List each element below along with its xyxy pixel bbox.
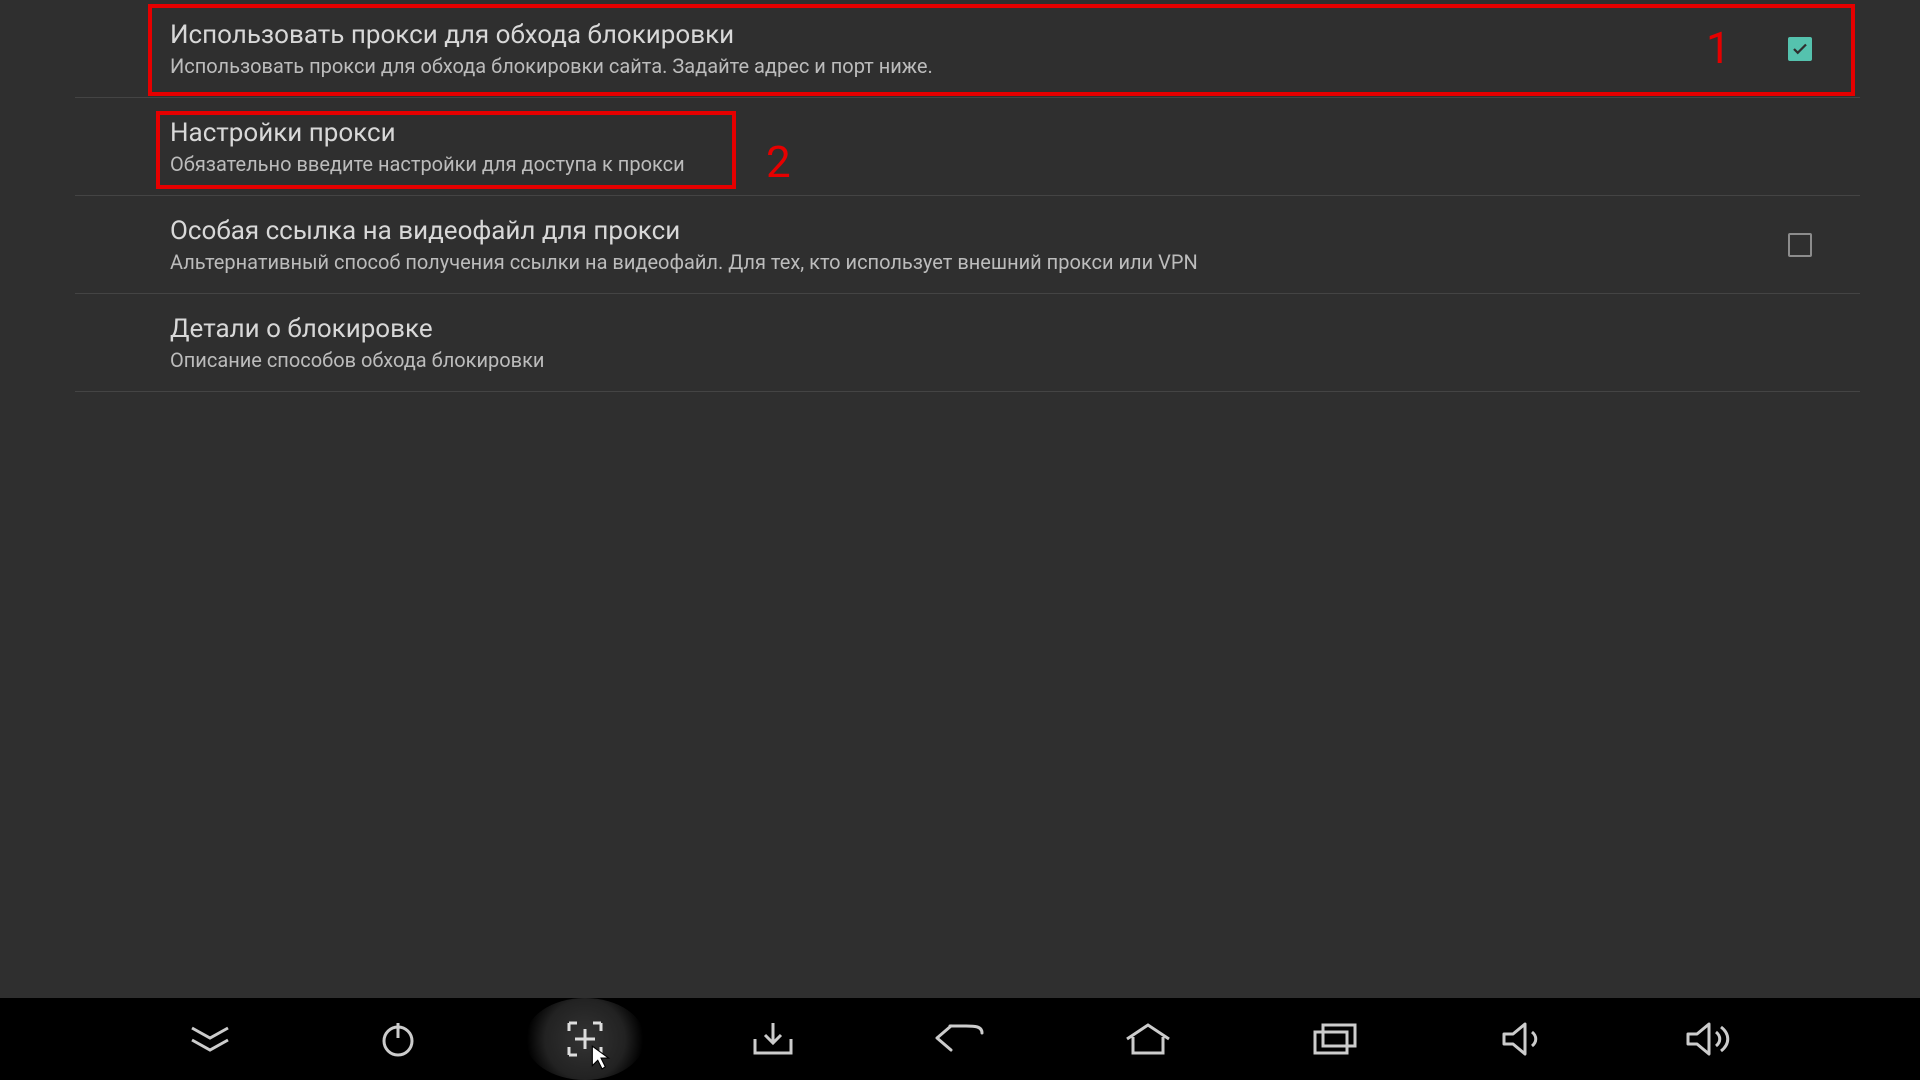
- nav-download-button[interactable]: [713, 998, 833, 1080]
- setting-title: Использовать прокси для обхода блокировк…: [170, 18, 1720, 51]
- nav-back-button[interactable]: [900, 998, 1020, 1080]
- nav-recents-button[interactable]: [1275, 998, 1395, 1080]
- setting-title: Особая ссылка на видеофайл для прокси: [170, 214, 1720, 247]
- setting-texts: Настройки прокси Обязательно введите нас…: [170, 116, 1720, 177]
- nav-collapse-button[interactable]: [150, 998, 270, 1080]
- setting-texts: Особая ссылка на видеофайл для прокси Ал…: [170, 214, 1720, 275]
- setting-row-proxy-settings[interactable]: Настройки прокси Обязательно введите нас…: [75, 98, 1860, 196]
- back-icon: [934, 1023, 986, 1055]
- setting-title: Детали о блокировке: [170, 312, 1720, 345]
- settings-list: Использовать прокси для обхода блокировк…: [75, 0, 1860, 392]
- setting-subtitle: Описание способов обхода блокировки: [170, 347, 1720, 373]
- nav-home-button[interactable]: [1088, 998, 1208, 1080]
- setting-subtitle: Использовать прокси для обхода блокировк…: [170, 53, 1720, 79]
- setting-title: Настройки прокси: [170, 116, 1720, 149]
- volume-down-icon: [1501, 1022, 1545, 1056]
- nav-volume-up-button[interactable]: [1650, 998, 1770, 1080]
- nav-volume-down-button[interactable]: [1463, 998, 1583, 1080]
- setting-subtitle: Обязательно введите настройки для доступ…: [170, 151, 1720, 177]
- setting-texts: Использовать прокси для обхода блокировк…: [170, 18, 1720, 79]
- setting-texts: Детали о блокировке Описание способов об…: [170, 312, 1720, 373]
- navigation-bar: [0, 998, 1920, 1080]
- nav-power-button[interactable]: [338, 998, 458, 1080]
- setting-subtitle: Альтернативный способ получения ссылки н…: [170, 249, 1720, 275]
- volume-up-icon: [1685, 1022, 1735, 1056]
- collapse-icon: [188, 1024, 232, 1054]
- check-icon: [1791, 40, 1809, 58]
- setting-row-special-link[interactable]: Особая ссылка на видеофайл для прокси Ал…: [75, 196, 1860, 294]
- power-icon: [379, 1020, 417, 1058]
- cursor-icon: [590, 1044, 612, 1070]
- checkbox-special-link[interactable]: [1788, 233, 1812, 257]
- checkbox-use-proxy[interactable]: [1788, 37, 1812, 61]
- setting-row-block-details[interactable]: Детали о блокировке Описание способов об…: [75, 294, 1860, 392]
- recents-icon: [1312, 1022, 1358, 1056]
- home-icon: [1123, 1023, 1173, 1055]
- download-icon: [751, 1021, 795, 1057]
- setting-row-use-proxy[interactable]: Использовать прокси для обхода блокировк…: [75, 0, 1860, 98]
- nav-crosshair-button[interactable]: [525, 998, 645, 1080]
